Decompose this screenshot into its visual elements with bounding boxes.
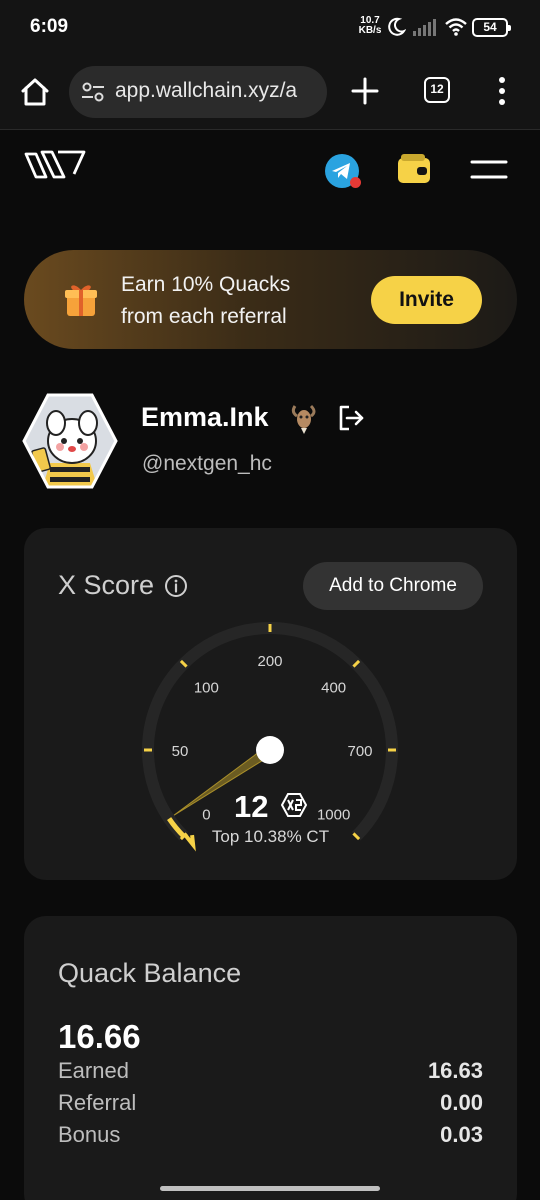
invite-banner: Earn 10% Quacks from each referral Invit… <box>24 250 517 349</box>
address-bar[interactable]: app.wallchain.xyz/a <box>69 66 327 118</box>
home-icon[interactable] <box>18 75 52 109</box>
gift-icon <box>65 285 97 316</box>
tab-switcher-button[interactable]: 12 <box>424 77 450 103</box>
gauge-tick-label: 400 <box>321 679 346 696</box>
balance-amount: 16.63 <box>427 1058 483 1083</box>
gauge-tick-label: 1000 <box>317 807 350 824</box>
network-speed-unit: KB/s <box>358 25 382 36</box>
gauge-tick-label: 200 <box>257 653 282 670</box>
logout-icon[interactable] <box>337 404 365 432</box>
new-tab-icon[interactable] <box>350 76 380 106</box>
gauge-needle-hub <box>256 736 284 764</box>
wifi-icon <box>445 18 467 36</box>
x-score-logo-icon <box>281 793 307 817</box>
balance-row-referral: Referral 0.00 <box>58 1090 483 1120</box>
signal-icon <box>413 19 436 36</box>
notification-dot <box>350 177 361 188</box>
goat-icon <box>291 404 316 434</box>
x-score-value: 12 <box>234 789 269 824</box>
invite-line-1: Earn 10% Quacks <box>121 273 291 296</box>
gauge-tick-label: 700 <box>347 743 372 760</box>
moon-icon <box>388 17 406 36</box>
profile-handle: @nextgen_hc <box>142 452 272 475</box>
gauge-tick-label: 50 <box>172 743 189 760</box>
profile-name: Emma.Ink <box>141 402 269 432</box>
balance-row-bonus: Bonus 0.03 <box>58 1122 483 1152</box>
url-text[interactable]: app.wallchain.xyz/a <box>115 79 319 103</box>
quack-balance-card: Quack Balance 16.66 Earned 16.63 Referra… <box>24 916 517 1200</box>
app-header <box>0 131 540 211</box>
invite-line-2: from each referral <box>121 305 287 328</box>
status-bar: 6:09 10.7 KB/s 54 <box>0 0 540 56</box>
x-score-card: X Score Add to Chrome 0 50 100 200 400 700 100… <box>24 528 517 880</box>
balance-amount: 0.03 <box>440 1122 483 1147</box>
balance-row-earned: Earned 16.63 <box>58 1058 483 1088</box>
hamburger-menu-icon[interactable] <box>470 157 508 183</box>
battery-icon: 54 <box>472 18 511 37</box>
balance-label: Bonus <box>58 1122 121 1147</box>
wallet-icon[interactable] <box>397 153 431 185</box>
invite-message: Earn 10% Quacks from each referral <box>121 269 290 333</box>
more-options-icon[interactable] <box>497 76 507 106</box>
telegram-button[interactable] <box>324 153 361 189</box>
balance-amount: 0.00 <box>440 1090 483 1115</box>
network-speed: 10.7 KB/s <box>358 16 382 36</box>
gesture-navigation-bar <box>160 1186 380 1191</box>
invite-button[interactable]: Invite <box>371 276 482 324</box>
balance-label: Referral <box>58 1090 137 1115</box>
avatar[interactable] <box>22 393 118 489</box>
browser-toolbar: app.wallchain.xyz/a 12 <box>0 56 540 130</box>
wallchain-logo[interactable] <box>22 144 88 184</box>
gauge-tick-label: 0 <box>202 807 210 824</box>
gauge-tick-label: 100 <box>194 679 219 696</box>
x-score-rank: Top 10.38% CT <box>211 827 330 846</box>
balance-label: Earned <box>58 1058 129 1083</box>
site-settings-icon[interactable] <box>81 81 105 103</box>
status-time: 6:09 <box>30 16 69 37</box>
quack-balance-total: 16.66 <box>58 1018 141 1055</box>
quack-balance-title: Quack Balance <box>58 958 242 988</box>
